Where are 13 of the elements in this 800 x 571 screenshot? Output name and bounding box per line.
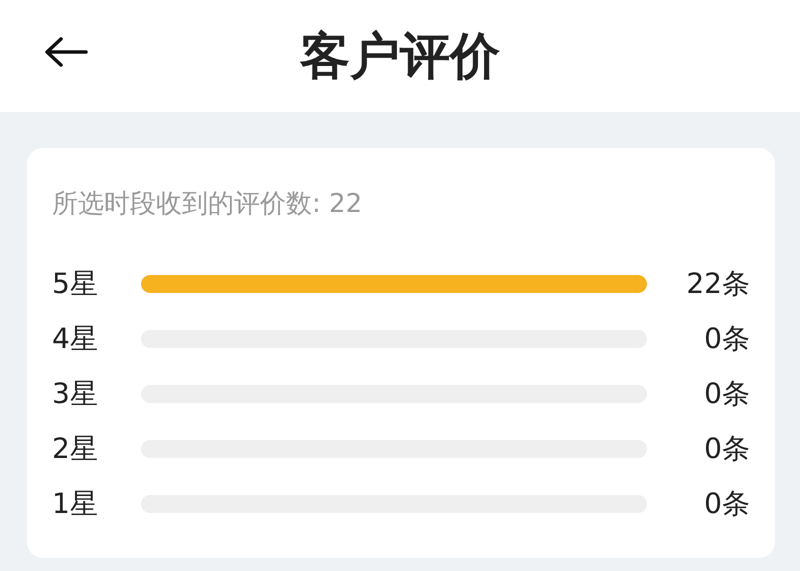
star-label: 3星 [52,376,99,412]
review-count: 0条 [703,376,750,412]
review-count: 0条 [703,430,750,466]
review-count: 0条 [703,486,750,522]
star-label: 1星 [52,486,99,522]
back-arrow-icon[interactable] [44,37,88,67]
star-label: 2星 [52,430,99,466]
review-count: 0条 [703,320,750,356]
star-label: 4星 [52,320,99,356]
review-count: 22条 [685,266,750,302]
page-title: 客户评价 [300,26,500,86]
star-label: 5星 [52,266,99,302]
review-count-text: 所选时段收到的评价数: 22 [52,188,364,221]
